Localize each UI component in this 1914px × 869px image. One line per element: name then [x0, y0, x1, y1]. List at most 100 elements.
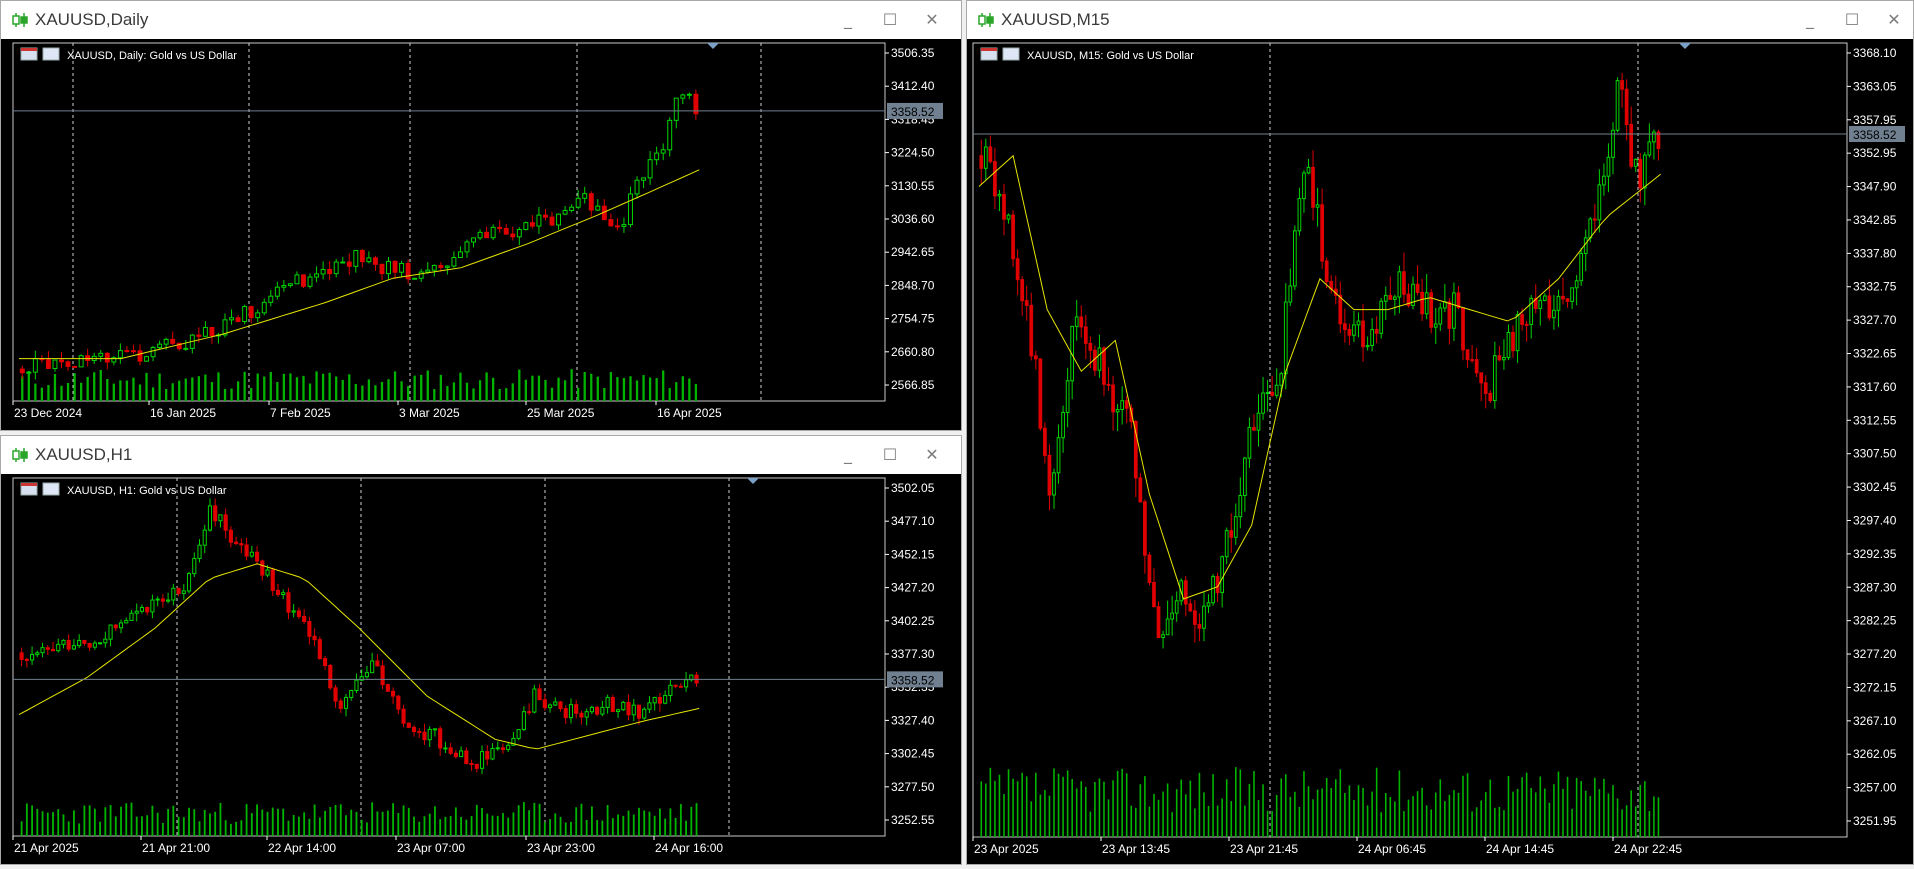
- price-chart[interactable]: XAUUSD, Daily: Gold vs US Dollar 3506.35 3…: [1, 39, 961, 430]
- candle-body: [202, 529, 207, 546]
- y-tick-label: 2942.65: [891, 245, 935, 259]
- candle-body: [183, 347, 189, 350]
- x-tick-label: 16 Jan 2025: [150, 406, 216, 420]
- candle-body: [302, 615, 307, 623]
- candle-body: [1088, 342, 1093, 351]
- candle: [523, 221, 529, 231]
- candle: [72, 365, 78, 369]
- candle-body: [579, 712, 584, 718]
- current-price-tag: 3358.52: [1849, 126, 1905, 143]
- candle-body: [1606, 156, 1611, 177]
- candle-body: [1170, 612, 1175, 620]
- candle-body: [412, 277, 418, 280]
- candle-body: [1592, 218, 1597, 221]
- y-tick-label: 3302.45: [1853, 480, 1897, 494]
- candle-body: [24, 658, 29, 661]
- candle-body: [438, 264, 444, 268]
- candle-body: [684, 679, 689, 688]
- candle-body: [654, 152, 660, 161]
- y-tick-label: 3130.55: [891, 179, 935, 193]
- candle-body: [275, 589, 281, 595]
- candle: [1579, 247, 1584, 286]
- plot-frame: [12, 477, 886, 837]
- candle-body: [506, 744, 511, 750]
- candle-body: [1574, 280, 1579, 289]
- candle-body: [1383, 294, 1388, 302]
- candle: [1138, 473, 1143, 503]
- candle-body: [150, 599, 155, 613]
- candle-body: [137, 350, 143, 362]
- window-titlebar[interactable]: XAUUSD,Daily _ ☐ ✕: [1, 1, 961, 39]
- candle-body: [479, 751, 485, 769]
- candle-body: [163, 338, 169, 345]
- candle-body: [1002, 193, 1006, 220]
- candle-body: [568, 704, 574, 719]
- candle-body: [979, 155, 984, 169]
- candle-body: [281, 284, 287, 288]
- y-tick-label: 3402.25: [891, 614, 935, 628]
- candle-body: [1365, 344, 1370, 348]
- candle-body: [1424, 292, 1429, 315]
- chart-window-daily[interactable]: XAUUSD,Daily _ ☐ ✕ XAUUSD, Daily: Gold v…: [0, 0, 962, 431]
- candle-body: [1120, 400, 1125, 411]
- candle-body: [19, 652, 24, 660]
- close-button[interactable]: ✕: [921, 444, 943, 466]
- y-tick-label: 3477.10: [891, 514, 935, 528]
- minimize-button[interactable]: _: [1799, 9, 1821, 31]
- x-tick-label: 16 Apr 2025: [657, 406, 722, 420]
- candle-body: [614, 225, 620, 228]
- window-titlebar[interactable]: XAUUSD,M15 _ ☐ ✕: [967, 1, 1913, 39]
- candle-body: [30, 653, 35, 661]
- candle-body: [301, 274, 306, 287]
- candle: [532, 684, 537, 714]
- candle-body: [124, 619, 129, 624]
- x-tick-label: 7 Feb 2025: [270, 406, 331, 420]
- candle-body: [1370, 329, 1374, 346]
- candle-body: [1479, 372, 1484, 384]
- candle-body: [490, 226, 496, 239]
- chart-area[interactable]: XAUUSD, Daily: Gold vs US Dollar 3506.35 3…: [1, 39, 961, 430]
- candle-body: [1015, 258, 1020, 281]
- chart-area[interactable]: XAUUSD, M15: Gold vs US Dollar 3368.10 336…: [967, 39, 1913, 864]
- candle-body: [444, 265, 450, 268]
- y-tick-label: 3352.95: [1853, 146, 1897, 160]
- y-tick-label: 3337.80: [1853, 246, 1897, 260]
- price-chart[interactable]: XAUUSD, H1: Gold vs US Dollar 3502.05 3477…: [1, 474, 961, 864]
- window-titlebar[interactable]: XAUUSD,H1 _ ☐ ✕: [1, 436, 961, 474]
- candle-body: [291, 610, 296, 613]
- minimize-button[interactable]: _: [837, 444, 859, 466]
- chart-window-h1[interactable]: XAUUSD,H1 _ ☐ ✕ XAUUSD, H1: Gold vs US D…: [0, 435, 962, 865]
- candle-body: [1183, 580, 1188, 605]
- candle-body: [1229, 530, 1234, 538]
- candle-body: [490, 748, 495, 760]
- candle-body: [647, 702, 652, 710]
- candle-body: [56, 643, 61, 652]
- candle-body: [574, 704, 579, 714]
- candle-body: [370, 660, 375, 674]
- maximize-button[interactable]: ☐: [879, 444, 901, 466]
- candle-body: [1461, 307, 1465, 351]
- maximize-button[interactable]: ☐: [1841, 9, 1863, 31]
- candle-body: [166, 599, 171, 602]
- plot-frame: [12, 42, 886, 402]
- candle: [1293, 225, 1297, 291]
- y-tick-label: 3506.35: [891, 46, 935, 60]
- minimize-button[interactable]: _: [837, 9, 859, 31]
- y-tick-label: 3252.55: [891, 813, 935, 827]
- chart-area[interactable]: XAUUSD, H1: Gold vs US Dollar 3502.05 3477…: [1, 474, 961, 864]
- window-title: XAUUSD,Daily: [35, 10, 149, 29]
- candle: [1379, 297, 1384, 339]
- close-button[interactable]: ✕: [921, 9, 943, 31]
- candle-body: [1465, 349, 1470, 361]
- candle-body: [379, 263, 385, 275]
- maximize-button[interactable]: ☐: [879, 9, 901, 31]
- candle-body: [1147, 554, 1152, 584]
- close-button[interactable]: ✕: [1883, 9, 1905, 31]
- candle-body: [663, 694, 668, 704]
- chart-window-m15[interactable]: XAUUSD,M15 _ ☐ ✕ XAUUSD, M15: Gold vs US…: [966, 0, 1914, 865]
- candle-body: [1056, 437, 1061, 474]
- candle-body: [588, 193, 594, 211]
- candle-body: [1247, 426, 1252, 459]
- price-chart[interactable]: XAUUSD, M15: Gold vs US Dollar 3368.10 336…: [967, 39, 1913, 864]
- candle-body: [406, 722, 411, 728]
